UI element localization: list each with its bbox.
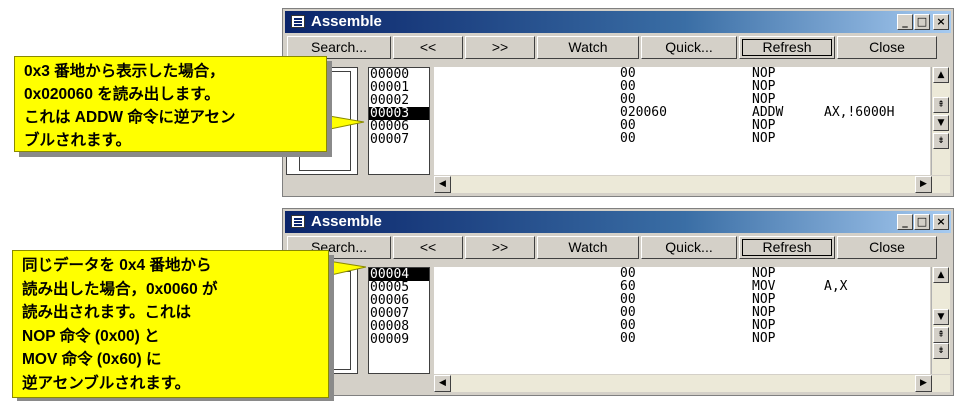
callout-line: 読み出した場合，0x0060 が xyxy=(22,280,218,298)
annotation-callout-1: 0x3 番地から表示した場合， 0x020060 を読み出します。 これは ADDW… xyxy=(14,56,327,152)
callout-line: MOV 命令 (0x60) に xyxy=(22,351,162,368)
callout-line: 0x020060 を読み出します。 xyxy=(24,86,220,103)
callout-line: NOP 命令 (0x00) と xyxy=(22,327,160,345)
callout-line: これは ADDW 命令に逆アセン xyxy=(24,109,236,126)
callout-line: 0x3 番地から表示した場合， xyxy=(24,63,225,80)
callout-line: ブルされます。 xyxy=(24,132,131,149)
annotation-callout-2: 同じデータを 0x4 番地から 読み出した場合，0x0060 が読み出されます。こ… xyxy=(12,250,329,398)
callout-line: 同じデータを 0x4 番地から xyxy=(22,257,212,274)
callout-line: 読み出されます。これは xyxy=(22,304,191,321)
callout-line: 逆アセンブルされます。 xyxy=(22,374,191,392)
